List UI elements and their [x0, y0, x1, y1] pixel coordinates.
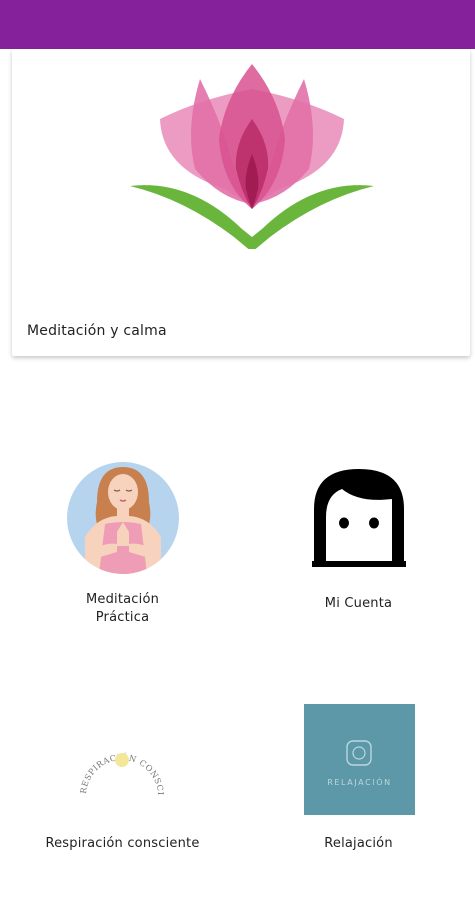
relaxation-logo-text: RELAJACIÓN	[327, 776, 392, 787]
tile-meditacion-practica-label: Meditación Práctica	[40, 591, 205, 627]
tile-mi-cuenta[interactable]: Mi Cuenta	[276, 455, 441, 635]
user-face-icon	[312, 469, 406, 569]
app-top-bar	[0, 0, 475, 49]
meditating-woman-icon	[67, 462, 179, 574]
tile-relajacion[interactable]: RELAJACIÓN Relajación	[276, 700, 441, 860]
respiration-logo-icon: RESPIRACIÓN CONSCIENTE	[70, 714, 170, 806]
hero-card-meditacion-y-calma[interactable]: Meditación y calma	[12, 49, 470, 356]
tile-mi-cuenta-label: Mi Cuenta	[324, 596, 393, 611]
tile-respiracion-consciente-label: Respiración consciente	[45, 836, 200, 851]
tile-relajacion-label: Relajación	[324, 836, 393, 851]
lotus-icon	[130, 64, 374, 249]
tile-meditacion-practica-label-line2: Práctica	[95, 610, 150, 625]
tile-respiracion-consciente[interactable]: RESPIRACIÓN CONSCIENTE Respiración consc…	[40, 700, 205, 860]
hero-card-title: Meditación y calma	[27, 323, 167, 339]
tile-meditacion-practica-label-line1: Meditación	[85, 592, 160, 607]
relaxation-logo-icon: RELAJACIÓN	[304, 704, 415, 815]
tile-meditacion-practica[interactable]: Meditación Práctica	[40, 455, 205, 635]
